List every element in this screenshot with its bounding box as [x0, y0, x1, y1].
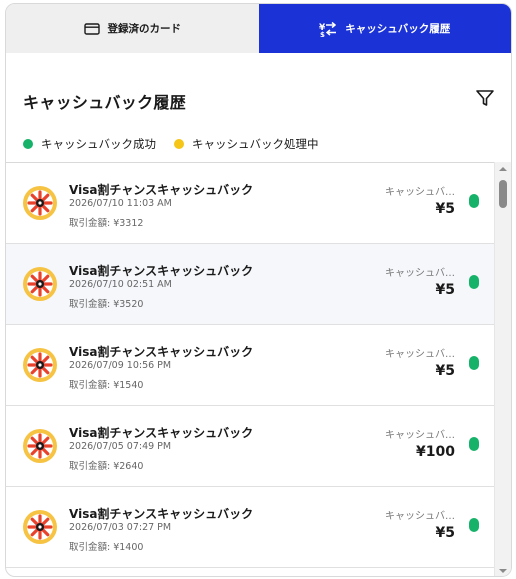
scroll-down-arrow-icon[interactable] [495, 564, 511, 576]
scroll-up-arrow-icon[interactable] [495, 162, 511, 176]
filter-icon[interactable] [475, 88, 495, 108]
legend-success: キャッシュバック成功 [23, 136, 156, 152]
tab-registered-cards-label: 登録済のカード [107, 23, 182, 35]
list-scrollbar[interactable] [494, 162, 511, 576]
legend-success-label: キャッシュバック成功 [41, 137, 156, 151]
transaction-amount: 取引金額: ¥3520 [69, 299, 144, 310]
transaction-amount: 取引金額: ¥1400 [69, 542, 144, 553]
transaction-row[interactable]: Visa割チャンスキャッシュバック 2026/07/09 10:56 PM 取引… [6, 325, 495, 406]
transaction-name: Visa割チャンスキャッシュバック [69, 426, 254, 440]
transaction-date: 2026/07/09 10:56 PM [69, 360, 172, 371]
status-legend: キャッシュバック成功 キャッシュバック処理中 [6, 127, 511, 161]
status-indicator-icon [469, 437, 479, 451]
credit-card-icon [83, 22, 100, 35]
scrollbar-thumb[interactable] [499, 180, 507, 208]
svg-text:$: $ [320, 31, 325, 37]
transaction-row[interactable]: Visa割チャンスキャッシュバック 2026/07/05 07:49 PM 取引… [6, 406, 495, 487]
tab-registered-cards[interactable]: 登録済のカード [6, 4, 259, 53]
cashback-status: キャッシュバ… [385, 268, 455, 279]
campaign-logo-icon [22, 185, 58, 221]
success-dot-icon [23, 139, 33, 149]
transaction-date: 2026/07/03 07:27 PM [69, 522, 172, 533]
cashback-value: ¥5 [435, 282, 455, 298]
campaign-logo-icon [22, 509, 58, 545]
transaction-amount: 取引金額: ¥3312 [69, 218, 144, 229]
cashback-value: ¥5 [435, 363, 455, 379]
transaction-name: Visa割チャンスキャッシュバック [69, 345, 254, 359]
transaction-row[interactable]: Visa割チャンスキャッシュバック 2026/07/10 02:51 AM 取引… [6, 244, 495, 325]
transaction-date: 2026/07/10 02:51 AM [69, 279, 172, 290]
tab-cashback-history-label: キャッシュバック履歴 [345, 23, 451, 35]
transaction-date: 2026/07/05 07:49 PM [69, 441, 172, 452]
exchange-arrows-icon: ¥ $ [319, 21, 337, 37]
transaction-amount: 取引金額: ¥2640 [69, 461, 144, 472]
legend-processing-label: キャッシュバック処理中 [192, 137, 319, 151]
status-indicator-icon [469, 518, 479, 532]
legend-processing: キャッシュバック処理中 [174, 136, 319, 152]
status-indicator-icon [469, 356, 479, 370]
cashback-status: キャッシュバ… [385, 187, 455, 198]
cashback-value: ¥100 [416, 444, 455, 460]
campaign-logo-icon [22, 266, 58, 302]
transaction-amount: 取引金額: ¥1540 [69, 380, 144, 391]
tab-cashback-history[interactable]: ¥ $ キャッシュバック履歴 [258, 4, 511, 53]
cashback-value: ¥5 [435, 201, 455, 217]
cashback-value: ¥5 [435, 525, 455, 541]
transaction-date: 2026/07/10 11:03 AM [69, 198, 172, 209]
campaign-logo-icon [22, 428, 58, 464]
history-header: キャッシュバック履歴 [6, 53, 511, 127]
cashback-status: キャッシュバ… [385, 511, 455, 522]
campaign-logo-icon [22, 347, 58, 383]
transaction-list: Visa割チャンスキャッシュバック 2026/07/10 11:03 AM 取引… [6, 162, 495, 576]
tab-bar: 登録済のカード ¥ $ キャッシュバック履歴 [6, 4, 511, 53]
transaction-row[interactable]: Visa割チャンスキャッシュバック 2026/07/10 11:03 AM 取引… [6, 163, 495, 244]
transaction-name: Visa割チャンスキャッシュバック [69, 183, 254, 197]
transaction-row[interactable]: Visa割チャンスキャッシュバック 2026/07/03 07:27 PM 取引… [6, 487, 495, 568]
status-indicator-icon [469, 194, 479, 208]
processing-dot-icon [174, 139, 184, 149]
cashback-status: キャッシュバ… [385, 349, 455, 360]
cashback-status: キャッシュバ… [385, 430, 455, 441]
transaction-name: Visa割チャンスキャッシュバック [69, 507, 254, 521]
status-indicator-icon [469, 275, 479, 289]
page-title: キャッシュバック履歴 [23, 93, 187, 112]
cashback-panel: 登録済のカード ¥ $ キャッシュバック履歴 キャッシュバック履歴 キャッシュバ… [5, 3, 512, 577]
transaction-name: Visa割チャンスキャッシュバック [69, 264, 254, 278]
